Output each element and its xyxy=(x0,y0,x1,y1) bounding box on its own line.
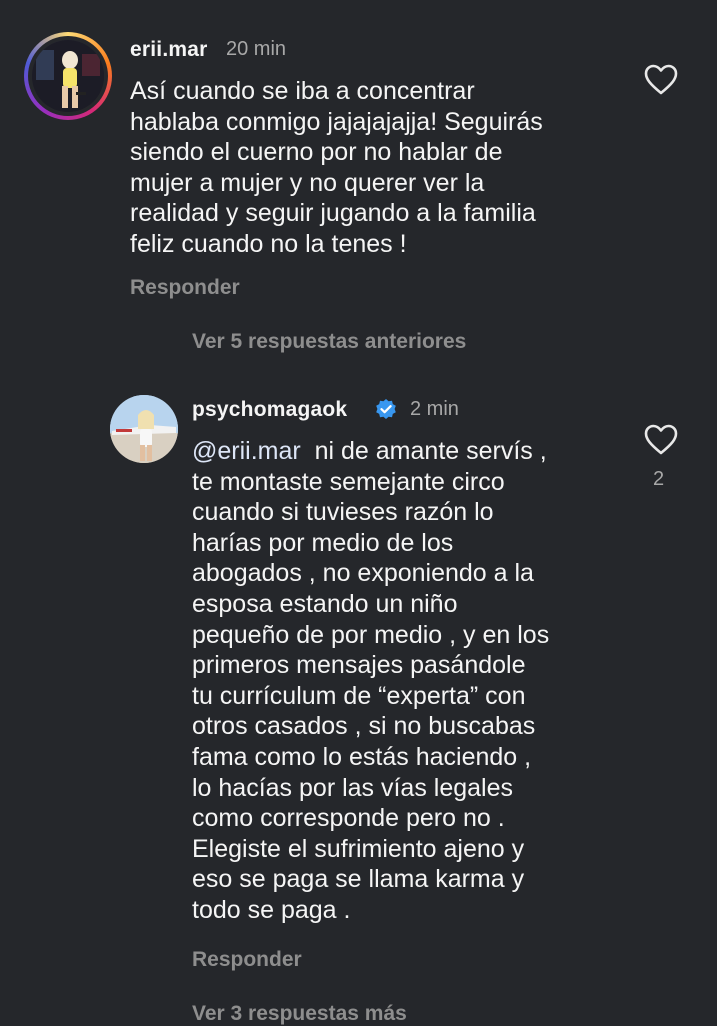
avatar[interactable] xyxy=(32,40,104,112)
verified-badge-icon xyxy=(376,399,396,419)
heart-outline-icon[interactable] xyxy=(644,424,678,456)
comment-username[interactable]: psychomagaok xyxy=(192,398,347,422)
reply-button[interactable]: Responder xyxy=(130,276,240,300)
heart-outline-icon[interactable] xyxy=(644,64,678,96)
avatar-photo xyxy=(110,395,178,463)
mention-link[interactable]: @erii.mar xyxy=(192,437,301,465)
view-previous-replies-link[interactable]: Ver 5 respuestas anteriores xyxy=(192,330,466,354)
comment-text: Así cuando se iba a concentrar hablaba c… xyxy=(130,77,543,258)
comment-username[interactable]: erii.mar xyxy=(130,38,207,62)
reply-button[interactable]: Responder xyxy=(192,948,302,972)
avatar[interactable] xyxy=(110,395,178,463)
like-count: 2 xyxy=(653,468,665,490)
view-more-replies-link[interactable]: Ver 3 respuestas más xyxy=(192,1002,407,1026)
avatar-photo xyxy=(32,40,104,112)
comment-body: ni de amante servís , te montaste semeja… xyxy=(192,437,550,924)
comment-timestamp: 2 min xyxy=(410,398,459,420)
comment-timestamp: 20 min xyxy=(226,38,287,60)
comment-text: @erii.mar ni de amante servís , te monta… xyxy=(192,436,632,926)
